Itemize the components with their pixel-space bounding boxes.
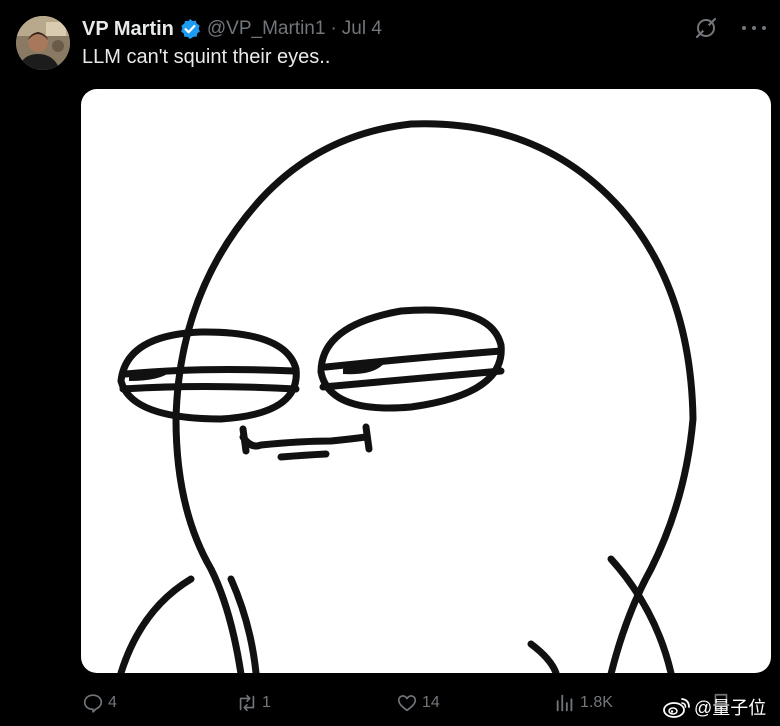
- weibo-icon: [663, 698, 690, 718]
- grok-icon[interactable]: [694, 16, 718, 40]
- header-separator: ·: [330, 18, 337, 39]
- tweet-date[interactable]: Jul 4: [342, 18, 382, 40]
- tweet: VP Martin @VP_Martin1 · Jul 4 LLM can't …: [0, 0, 780, 726]
- watermark-text: @量子位: [694, 698, 767, 718]
- tweet-media-image[interactable]: [81, 89, 771, 673]
- squinting-face-drawing: [117, 120, 697, 673]
- author-avatar[interactable]: [16, 16, 70, 70]
- like-button[interactable]: 14: [396, 692, 440, 714]
- views-icon: [556, 694, 573, 712]
- reply-icon: [83, 694, 103, 713]
- verified-badge-icon[interactable]: [179, 18, 201, 40]
- tweet-top-actions: [694, 16, 766, 40]
- avatar-photo: [16, 16, 70, 70]
- views-count: 1.8K: [580, 694, 613, 711]
- repost-count: 1: [262, 694, 271, 711]
- like-icon: [397, 695, 417, 712]
- reply-button[interactable]: 4: [82, 692, 117, 714]
- tweet-text: LLM can't squint their eyes..: [82, 46, 331, 68]
- like-count: 14: [422, 694, 440, 711]
- views-button[interactable]: 1.8K: [554, 692, 613, 714]
- source-watermark: @量子位: [662, 694, 766, 720]
- reply-count: 4: [108, 694, 117, 711]
- repost-icon: [239, 694, 255, 712]
- tweet-header: VP Martin @VP_Martin1 · Jul 4: [82, 16, 382, 42]
- author-handle[interactable]: @VP_Martin1: [207, 18, 326, 40]
- author-name[interactable]: VP Martin: [82, 18, 174, 41]
- more-icon[interactable]: [742, 16, 766, 40]
- repost-button[interactable]: 1: [236, 692, 271, 714]
